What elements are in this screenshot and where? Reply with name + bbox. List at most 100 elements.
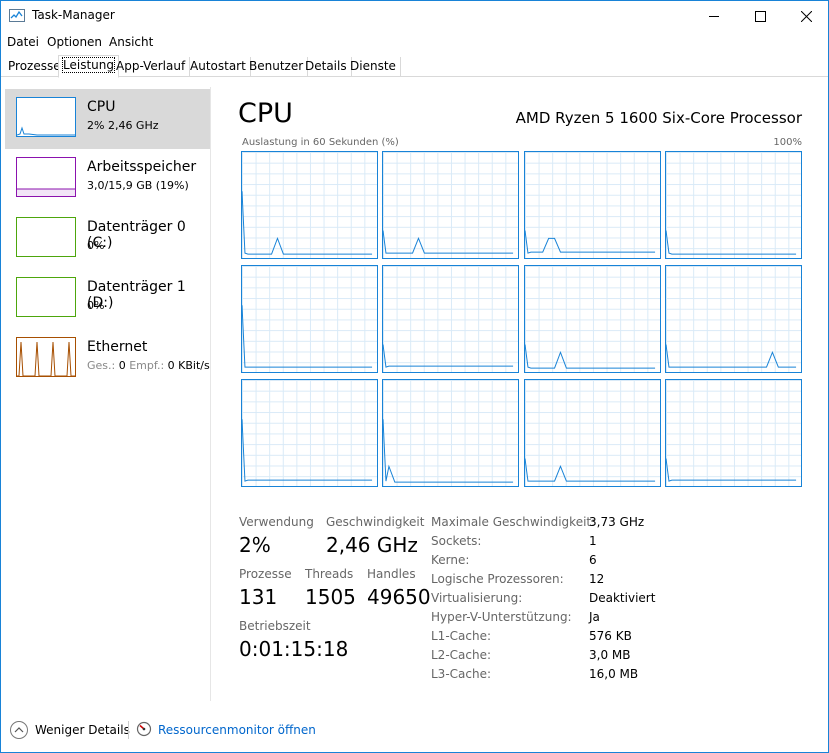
sidebar-item-title: CPU bbox=[87, 99, 116, 115]
tab-label: Details bbox=[305, 59, 347, 73]
speed-label: Geschwindigkeit bbox=[326, 515, 425, 529]
detail-label: Kerne: bbox=[431, 553, 470, 567]
detail-value: 3,0 MB bbox=[589, 648, 631, 662]
detail-label: L2-Cache: bbox=[431, 648, 492, 662]
handles-label: Handles bbox=[367, 567, 416, 581]
send-label: Ges.: bbox=[87, 359, 116, 372]
threads-value: 1505 bbox=[305, 585, 356, 609]
send-value: 0 bbox=[118, 359, 126, 372]
logical-processor-graph bbox=[664, 265, 802, 373]
logical-processor-graphs bbox=[241, 151, 804, 488]
logical-processor-graph bbox=[241, 379, 378, 487]
footer-separator bbox=[128, 721, 129, 739]
tab-label: Prozesse bbox=[8, 59, 61, 73]
logical-processor-graph bbox=[382, 151, 520, 259]
sidebar-item-disk-0[interactable]: Datenträger 0 (C:) 0% bbox=[5, 209, 210, 269]
handles-value: 49650 bbox=[367, 585, 431, 609]
detail-label: Hyper-V-Unterstützung: bbox=[431, 610, 572, 624]
processes-value: 131 bbox=[239, 585, 278, 609]
usage-label: Verwendung bbox=[239, 515, 314, 529]
detail-label: Sockets: bbox=[431, 534, 482, 548]
resource-monitor-link[interactable]: Ressourcenmonitor öffnen bbox=[158, 723, 316, 737]
sidebar-item-subtitle: 0% bbox=[87, 239, 105, 252]
graph-max-label: 100% bbox=[773, 137, 802, 148]
tab-label: Autostart bbox=[190, 59, 246, 73]
tab-bar: Prozesse Leistung App-Verlauf Autostart … bbox=[1, 55, 828, 78]
tab-label: Benutzer bbox=[249, 59, 304, 73]
tab-autostart[interactable]: Autostart bbox=[186, 57, 251, 77]
logical-processor-graph bbox=[241, 265, 378, 373]
logical-processor-graph bbox=[664, 151, 802, 259]
tab-prozesse[interactable]: Prozesse bbox=[4, 57, 66, 77]
sidebar-item-title: Datenträger 0 (C:) bbox=[87, 219, 186, 251]
detail-value: Deaktiviert bbox=[589, 591, 656, 605]
detail-value: 1 bbox=[589, 534, 597, 548]
tab-details[interactable]: Details bbox=[301, 57, 352, 77]
usage-value: 2% bbox=[239, 533, 271, 557]
cpu-model-name: AMD Ryzen 5 1600 Six-Core Processor bbox=[515, 109, 802, 127]
sidebar-item-title: Ethernet bbox=[87, 339, 148, 355]
threads-label: Threads bbox=[305, 567, 354, 581]
tab-leistung[interactable]: Leistung bbox=[58, 55, 119, 78]
recv-value: 0 KBit/s bbox=[167, 359, 210, 372]
tab-benutzer[interactable]: Benutzer bbox=[245, 57, 309, 77]
sidebar-item-title: Arbeitsspeicher bbox=[87, 159, 197, 175]
sidebar-item-memory[interactable]: Arbeitsspeicher 3,0/15,9 GB (19%) bbox=[5, 149, 210, 209]
resource-sidebar: CPU 2% 2,46 GHz Arbeitsspeicher 3,0/15,9… bbox=[5, 87, 211, 701]
ethernet-thumbnail-graph bbox=[16, 337, 76, 377]
detail-value: Ja bbox=[589, 610, 600, 624]
sidebar-item-disk-1[interactable]: Datenträger 1 (D:) 0% bbox=[5, 269, 210, 329]
uptime-value: 0:01:15:18 bbox=[239, 637, 349, 661]
detail-value: 16,0 MB bbox=[589, 667, 639, 681]
sidebar-item-title: Datenträger 1 (D:) bbox=[87, 279, 186, 311]
tab-label: App-Verlauf bbox=[116, 59, 186, 73]
menu-ansicht[interactable]: Ansicht bbox=[109, 35, 153, 49]
fewer-details-link[interactable]: Weniger Details bbox=[35, 723, 130, 737]
tab-label: Leistung bbox=[62, 57, 115, 73]
detail-value: 12 bbox=[589, 572, 605, 586]
cpu-thumbnail-graph bbox=[16, 97, 76, 137]
resource-monitor-icon[interactable] bbox=[136, 721, 152, 737]
maximize-button[interactable] bbox=[737, 1, 783, 31]
disk0-thumbnail-graph bbox=[16, 217, 76, 257]
detail-label: Virtualisierung: bbox=[431, 591, 523, 605]
processes-label: Prozesse bbox=[239, 567, 292, 581]
tab-app-verlauf[interactable]: App-Verlauf bbox=[112, 57, 191, 77]
tab-label: Dienste bbox=[350, 59, 396, 73]
menu-bar: Datei Optionen Ansicht bbox=[1, 32, 828, 52]
logical-processor-graph bbox=[382, 379, 520, 487]
detail-label: Maximale Geschwindigkeit: bbox=[431, 515, 596, 529]
footer-bar: Weniger Details Ressourcenmonitor öffnen bbox=[1, 713, 828, 749]
title-bar: Task-Manager bbox=[1, 1, 828, 31]
tab-dienste[interactable]: Dienste bbox=[346, 57, 401, 77]
detail-value: 3,73 GHz bbox=[589, 515, 645, 529]
detail-label: L1-Cache: bbox=[431, 629, 492, 643]
sidebar-item-cpu[interactable]: CPU 2% 2,46 GHz bbox=[5, 89, 210, 149]
sidebar-item-subtitle: 3,0/15,9 GB (19%) bbox=[87, 179, 189, 192]
logical-processor-graph bbox=[241, 151, 378, 259]
detail-value: 576 KB bbox=[589, 629, 632, 643]
minimize-icon bbox=[708, 15, 719, 17]
menu-datei[interactable]: Datei bbox=[7, 35, 39, 49]
maximize-icon bbox=[754, 10, 766, 22]
chevron-up-icon[interactable] bbox=[10, 721, 28, 739]
menu-optionen[interactable]: Optionen bbox=[47, 35, 102, 49]
sidebar-item-ethernet[interactable]: Ethernet Ges.: 0 Empf.: 0 KBit/s bbox=[5, 329, 210, 389]
close-button[interactable] bbox=[783, 1, 829, 31]
detail-value: 6 bbox=[589, 553, 597, 567]
close-icon bbox=[800, 10, 812, 22]
speed-value: 2,46 GHz bbox=[326, 533, 418, 557]
logical-processor-graph bbox=[523, 265, 661, 373]
page-title: CPU bbox=[238, 98, 293, 129]
logical-processor-graph bbox=[664, 379, 802, 487]
logical-processor-graph bbox=[523, 151, 661, 259]
logical-processor-graph bbox=[523, 379, 661, 487]
minimize-button[interactable] bbox=[691, 1, 737, 31]
uptime-label: Betriebszeit bbox=[239, 619, 311, 633]
detail-label: Logische Prozessoren: bbox=[431, 572, 564, 586]
window-title: Task-Manager bbox=[32, 8, 115, 22]
memory-thumbnail-graph bbox=[16, 157, 76, 197]
taskmanager-icon bbox=[9, 9, 25, 22]
recv-label: Empf.: bbox=[129, 359, 165, 372]
sidebar-item-subtitle: Ges.: 0 Empf.: 0 KBit/s bbox=[87, 359, 210, 372]
